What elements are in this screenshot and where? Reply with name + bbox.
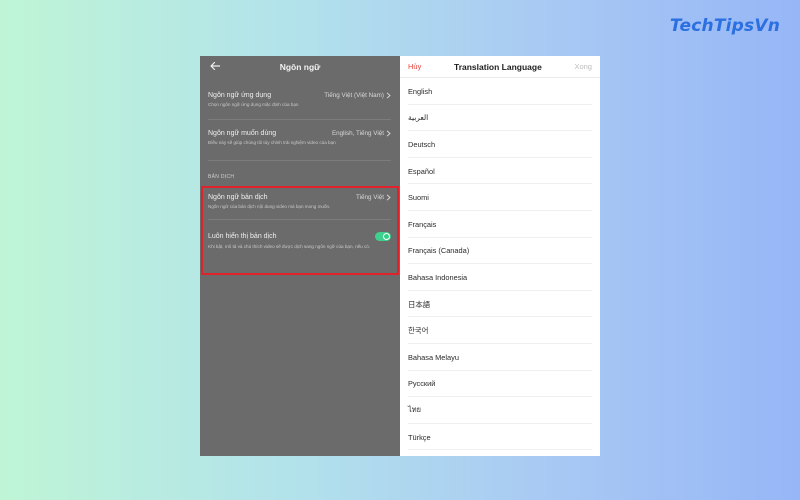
setting-value: Tiếng Việt (Việt Nam) (324, 92, 384, 99)
settings-header: Ngôn ngữ (200, 56, 400, 78)
app-language-setting[interactable]: Ngôn ngữ ứng dụng Tiếng Việt (Việt Nam) … (208, 92, 391, 108)
language-option[interactable]: Español (400, 158, 600, 185)
section-label-translation: BẢN DỊCH (208, 174, 235, 180)
divider (208, 119, 391, 120)
language-option[interactable]: العربية (400, 105, 600, 132)
settings-title: Ngôn ngữ (279, 62, 321, 72)
chevron-right-icon (386, 92, 391, 99)
divider (208, 160, 391, 161)
setting-label: Ngôn ngữ ứng dụng (208, 92, 272, 99)
translation-language-panel: Hủy Translation Language Xong English ال… (400, 56, 600, 456)
language-option[interactable]: 日本語 (400, 291, 600, 318)
language-option[interactable]: 한국어 (400, 317, 600, 344)
language-option[interactable]: Русский (400, 371, 600, 398)
language-option[interactable]: English (400, 78, 600, 105)
highlight-box (201, 186, 399, 275)
picker-title: Translation Language (453, 61, 542, 72)
setting-description: Chọn ngôn ngữ ứng dụng mặc định của bạn (208, 102, 299, 107)
language-option[interactable]: Français (400, 211, 600, 238)
language-option[interactable]: ไทย (400, 397, 600, 424)
preferred-language-setting[interactable]: Ngôn ngữ muốn dùng English, Tiếng Việt Đ… (208, 130, 391, 146)
language-settings-panel: Ngôn ngữ Ngôn ngữ ứng dụng Tiếng Việt (V… (200, 56, 400, 456)
language-option[interactable]: Bahasa Indonesia (400, 264, 600, 291)
language-option[interactable]: Türkçe (400, 424, 600, 451)
setting-description: Điều này sẽ giúp chúng tôi tùy chỉnh trả… (208, 140, 336, 145)
done-button[interactable]: Xong (574, 62, 592, 71)
language-option[interactable]: Suomi (400, 184, 600, 211)
language-option[interactable]: Français (Canada) (400, 238, 600, 265)
cancel-button[interactable]: Hủy (408, 62, 421, 71)
setting-value: English, Tiếng Việt (331, 130, 384, 137)
picker-header: Hủy Translation Language Xong (400, 56, 600, 78)
brand-logo: TechTipsVn (669, 16, 780, 36)
setting-label: Ngôn ngữ muốn dùng (208, 130, 277, 137)
language-option[interactable]: Deutsch (400, 131, 600, 158)
language-option[interactable]: Bahasa Melayu (400, 344, 600, 371)
chevron-right-icon (386, 130, 391, 137)
back-arrow-icon[interactable] (209, 60, 221, 72)
language-list: English العربية Deutsch Español Suomi Fr… (400, 78, 600, 450)
screenshot-container: Ngôn ngữ Ngôn ngữ ứng dụng Tiếng Việt (V… (200, 56, 600, 456)
